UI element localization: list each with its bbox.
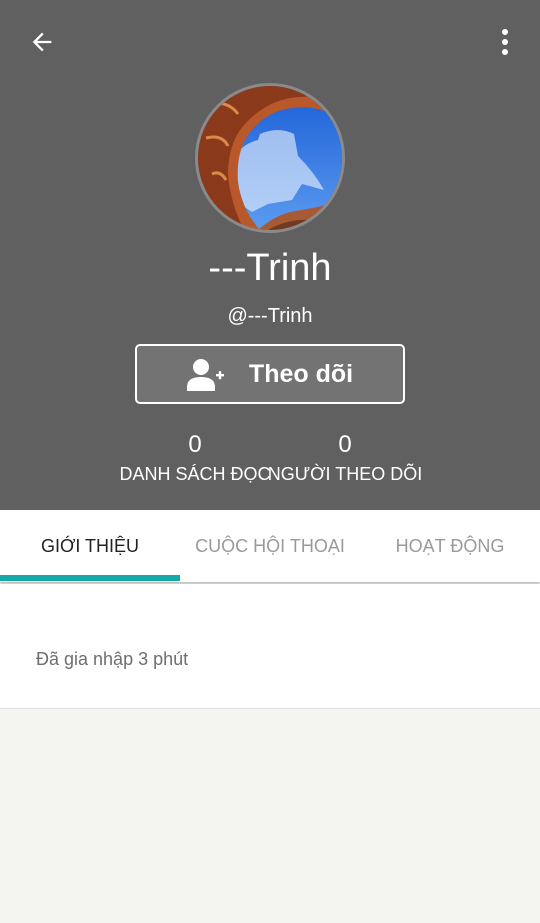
joined-text: Đã gia nhập 3 phút xyxy=(36,649,189,669)
stat-reading-lists-value: 0 xyxy=(188,431,202,458)
stat-reading-lists[interactable]: 0 DANH SÁCH ĐỌC xyxy=(115,430,275,488)
avatar[interactable] xyxy=(195,83,345,233)
stat-followers-label: NGƯỜI THEO DÕI xyxy=(267,464,423,484)
about-panel: Đã gia nhập 3 phút xyxy=(0,584,540,709)
follow-button-label: Theo dõi xyxy=(248,359,354,388)
profile-header: ---Trinh @---Trinh Theo dõi 0 DANH SÁCH … xyxy=(0,0,540,510)
active-tab-indicator xyxy=(0,575,180,581)
avatar-image xyxy=(198,86,342,230)
tab-bar: GIỚI THIỆU CUỘC HỘI THOẠI HOẠT ĐỘNG xyxy=(0,510,540,582)
stat-followers[interactable]: 0 NGƯỜI THEO DÕI xyxy=(265,430,425,488)
tab-activity[interactable]: HOẠT ĐỘNG xyxy=(360,510,540,582)
username: @---Trinh xyxy=(227,305,313,327)
tab-conversations[interactable]: CUỘC HỘI THOẠI xyxy=(180,510,360,582)
stat-followers-value: 0 xyxy=(338,431,352,458)
more-vertical-icon xyxy=(502,29,508,55)
follow-button[interactable]: Theo dõi xyxy=(135,344,405,404)
display-name: ---Trinh xyxy=(208,247,332,289)
tab-about[interactable]: GIỚI THIỆU xyxy=(0,510,180,582)
person-add-icon xyxy=(186,359,224,391)
back-button[interactable] xyxy=(22,22,62,62)
arrow-back-icon xyxy=(32,32,52,52)
stat-reading-lists-label: DANH SÁCH ĐỌC xyxy=(119,464,271,484)
more-options-button[interactable] xyxy=(490,22,520,62)
